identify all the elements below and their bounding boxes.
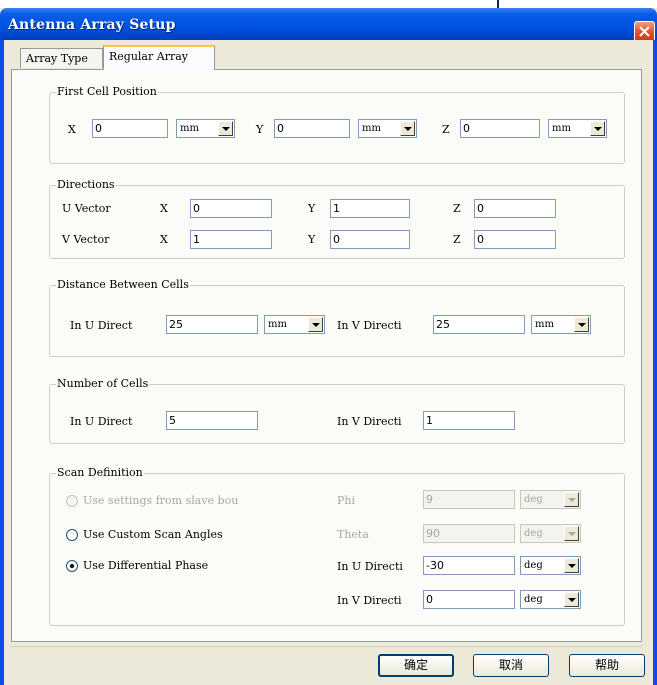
x-label: X xyxy=(68,123,76,136)
window-title: Antenna Array Setup xyxy=(8,17,176,33)
z-label: Z xyxy=(442,123,450,136)
group-number-of-cells: Number of Cells In U Direct 5 In V Direc… xyxy=(49,377,625,444)
first-cell-y-unit-select[interactable]: mm xyxy=(358,119,417,138)
select-value: mm xyxy=(268,319,287,330)
select-value: deg xyxy=(524,594,543,605)
group-title: First Cell Position xyxy=(56,85,158,98)
window-frame-right xyxy=(653,40,657,685)
distance-v-input[interactable]: 25 xyxy=(433,315,525,334)
help-button[interactable]: 帮助 xyxy=(569,654,645,677)
u-vector-x-label: X xyxy=(160,202,168,215)
v-vector-z-label: Z xyxy=(453,233,461,246)
tab-array-type[interactable]: Array Type xyxy=(20,48,103,68)
y-label: Y xyxy=(256,123,264,136)
distance-v-label: In V Directi xyxy=(337,319,402,332)
select-value: mm xyxy=(552,123,571,134)
dropdown-arrow-icon[interactable] xyxy=(574,317,589,332)
first-cell-x-input[interactable]: 0 xyxy=(92,119,168,138)
group-title: Number of Cells xyxy=(56,377,150,390)
radio-slave-boundary[interactable] xyxy=(66,495,78,507)
select-value: mm xyxy=(535,319,554,330)
cells-u-label: In U Direct xyxy=(70,415,133,428)
group-first-cell-position: First Cell Position X 0 mm Y 0 mm Z 0 mm xyxy=(49,85,625,164)
button-separator xyxy=(11,646,642,647)
u-vector-z-label: Z xyxy=(453,202,461,215)
phi-label: Phi xyxy=(337,494,356,507)
phi-input[interactable]: 9 xyxy=(423,490,515,509)
select-value: mm xyxy=(180,123,199,134)
first-cell-z-unit-select[interactable]: mm xyxy=(548,119,607,138)
v-vector-label: V Vector xyxy=(62,233,110,246)
v-phase-input[interactable]: 0 xyxy=(423,590,515,609)
u-phase-input[interactable]: -30 xyxy=(423,556,515,575)
ok-button[interactable]: 确定 xyxy=(378,654,454,677)
tab-regular-array[interactable]: Regular Array xyxy=(103,45,215,70)
select-value: deg xyxy=(524,494,543,505)
background-window-edge xyxy=(497,0,499,8)
u-vector-x-input[interactable]: 0 xyxy=(190,199,272,218)
tab-label: Regular Array xyxy=(109,50,188,63)
first-cell-y-input[interactable]: 0 xyxy=(274,119,350,138)
v-vector-z-input[interactable]: 0 xyxy=(474,230,556,249)
dropdown-arrow-icon[interactable] xyxy=(564,592,579,607)
first-cell-z-input[interactable]: 0 xyxy=(460,119,540,138)
dropdown-arrow-icon[interactable] xyxy=(400,121,415,136)
group-scan-definition: Scan Definition Use settings from slave … xyxy=(49,466,625,626)
select-value: mm xyxy=(362,123,381,134)
theta-unit-select[interactable]: deg xyxy=(520,524,581,543)
tab-label: Array Type xyxy=(26,52,88,65)
radio-custom-scan-angles[interactable] xyxy=(66,529,78,541)
dropdown-arrow-icon[interactable] xyxy=(564,558,579,573)
tab-panel-regular-array: First Cell Position X 0 mm Y 0 mm Z 0 mm… xyxy=(11,69,642,642)
u-vector-label: U Vector xyxy=(62,202,111,215)
cells-v-input[interactable]: 1 xyxy=(423,411,515,430)
group-title: Scan Definition xyxy=(56,466,144,479)
u-vector-z-input[interactable]: 0 xyxy=(474,199,556,218)
distance-v-unit-select[interactable]: mm xyxy=(531,315,591,334)
dropdown-arrow-icon[interactable] xyxy=(590,121,605,136)
u-vector-y-input[interactable]: 1 xyxy=(330,199,410,218)
cancel-button[interactable]: 取消 xyxy=(473,654,549,677)
first-cell-x-unit-select[interactable]: mm xyxy=(176,119,235,138)
select-value: deg xyxy=(524,560,543,571)
u-phase-label: In U Directi xyxy=(337,560,403,573)
v-vector-x-label: X xyxy=(160,233,168,246)
dropdown-arrow-icon[interactable] xyxy=(564,492,579,507)
u-phase-unit-select[interactable]: deg xyxy=(520,556,581,575)
dropdown-arrow-icon[interactable] xyxy=(218,121,233,136)
theta-label: Theta xyxy=(337,528,369,541)
close-button[interactable] xyxy=(634,21,655,42)
theta-input[interactable]: 90 xyxy=(423,524,515,543)
v-vector-x-input[interactable]: 1 xyxy=(190,230,272,249)
title-bar[interactable]: Antenna Array Setup xyxy=(0,8,657,42)
radio-differential-phase[interactable] xyxy=(66,560,78,572)
background-window-strip xyxy=(0,0,657,8)
cells-v-label: In V Directi xyxy=(337,415,402,428)
distance-u-unit-select[interactable]: mm xyxy=(264,315,325,334)
group-distance-between-cells: Distance Between Cells In U Direct 25 mm… xyxy=(49,278,625,357)
phi-unit-select[interactable]: deg xyxy=(520,490,581,509)
v-vector-y-label: Y xyxy=(308,233,316,246)
group-title: Distance Between Cells xyxy=(56,278,190,291)
distance-u-input[interactable]: 25 xyxy=(166,315,258,334)
distance-u-label: In U Direct xyxy=(70,319,133,332)
group-directions: Directions U Vector X 0 Y 1 Z 0 V Vector… xyxy=(49,178,625,259)
v-vector-y-input[interactable]: 0 xyxy=(330,230,410,249)
radio-slave-boundary-label: Use settings from slave bou xyxy=(83,494,239,507)
v-phase-unit-select[interactable]: deg xyxy=(520,590,581,609)
dropdown-arrow-icon[interactable] xyxy=(564,526,579,541)
select-value: deg xyxy=(524,528,543,539)
radio-differential-phase-label: Use Differential Phase xyxy=(83,559,209,572)
close-icon xyxy=(639,26,650,37)
group-title: Directions xyxy=(56,178,116,191)
radio-custom-scan-angles-label: Use Custom Scan Angles xyxy=(83,528,223,541)
cells-u-input[interactable]: 5 xyxy=(166,411,258,430)
dropdown-arrow-icon[interactable] xyxy=(308,317,323,332)
u-vector-y-label: Y xyxy=(308,202,316,215)
v-phase-label: In V Directi xyxy=(337,594,402,607)
